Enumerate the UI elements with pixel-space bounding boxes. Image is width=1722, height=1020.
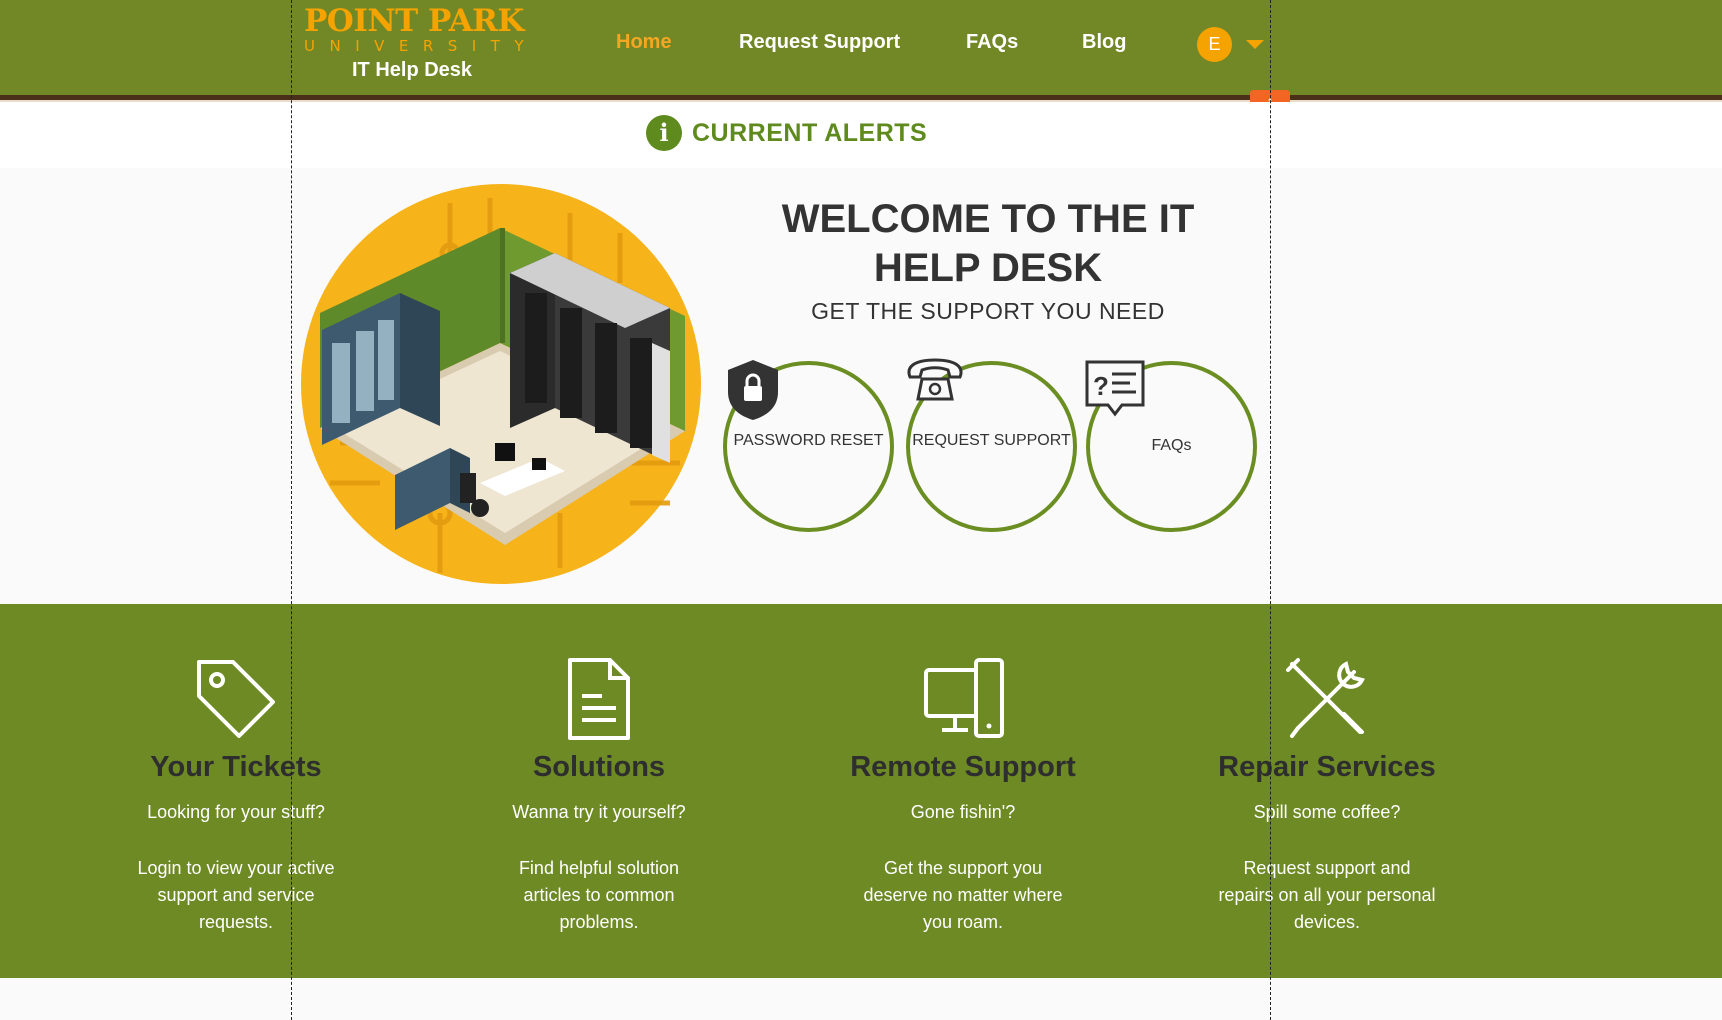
layout-guide-left <box>291 0 292 1020</box>
feature-tagline: Wanna try it yourself? <box>512 802 686 822</box>
feature-title: Remote Support <box>850 751 1076 783</box>
password-reset-label: PASSWORD RESET <box>733 432 884 449</box>
logo-wordmark: POINT PARK <box>304 3 524 39</box>
feature-description: Get the support you deserve no matter wh… <box>863 858 1063 932</box>
request-support-label: REQUEST SUPPORT <box>912 432 1071 449</box>
tools-icon <box>1286 658 1365 738</box>
point-park-logo[interactable]: POINT PARK UNIVERSITY IT Help Desk <box>304 4 524 86</box>
feature-tagline: Looking for your stuff? <box>147 802 325 822</box>
current-alerts-link[interactable]: CURRENT ALERTS <box>692 119 927 148</box>
feature-description: Request support and repairs on all your … <box>1218 858 1436 932</box>
lock-shield-icon <box>728 360 778 420</box>
nav-request-support[interactable]: Request Support <box>739 31 900 54</box>
nav-blog[interactable]: Blog <box>1082 31 1126 54</box>
features-section: Your Tickets Looking for your stuff? Log… <box>0 604 1722 978</box>
faqs-label: FAQs <box>1151 437 1192 454</box>
nav-faqs[interactable]: FAQs <box>966 31 1018 54</box>
feature-title: Solutions <box>532 751 666 783</box>
faq-speech-bubble-icon: ? <box>1085 360 1145 417</box>
welcome-heading: WELCOME TO THE IT HELP DESK <box>781 197 1195 290</box>
svg-text:?: ? <box>1093 371 1109 401</box>
chevron-down-icon[interactable] <box>1246 40 1264 49</box>
feature-title: Repair Services <box>1218 751 1436 783</box>
document-icon <box>568 658 630 740</box>
user-avatar[interactable]: E <box>1197 27 1232 62</box>
site-header: POINT PARK UNIVERSITY IT Help Desk Home … <box>0 0 1722 95</box>
devices-icon <box>924 658 1004 738</box>
site-name: IT Help Desk <box>352 59 473 81</box>
feature-description: Login to view your active support and se… <box>137 858 335 932</box>
feature-tagline: Gone fishin'? <box>910 802 1016 822</box>
logo-university: UNIVERSITY <box>304 37 539 55</box>
feature-tagline: Spill some coffee? <box>1253 802 1401 822</box>
info-icon[interactable]: i <box>646 115 682 151</box>
telephone-icon <box>907 358 963 401</box>
nav-home[interactable]: Home <box>616 31 672 54</box>
welcome-subheading: GET THE SUPPORT YOU NEED <box>811 298 1165 324</box>
tag-icon <box>197 660 275 738</box>
server-room-illustration <box>301 184 701 584</box>
layout-guide-right <box>1270 0 1271 1020</box>
feature-description: Find helpful solution articles to common… <box>518 858 680 932</box>
feature-title: Your Tickets <box>150 751 322 783</box>
